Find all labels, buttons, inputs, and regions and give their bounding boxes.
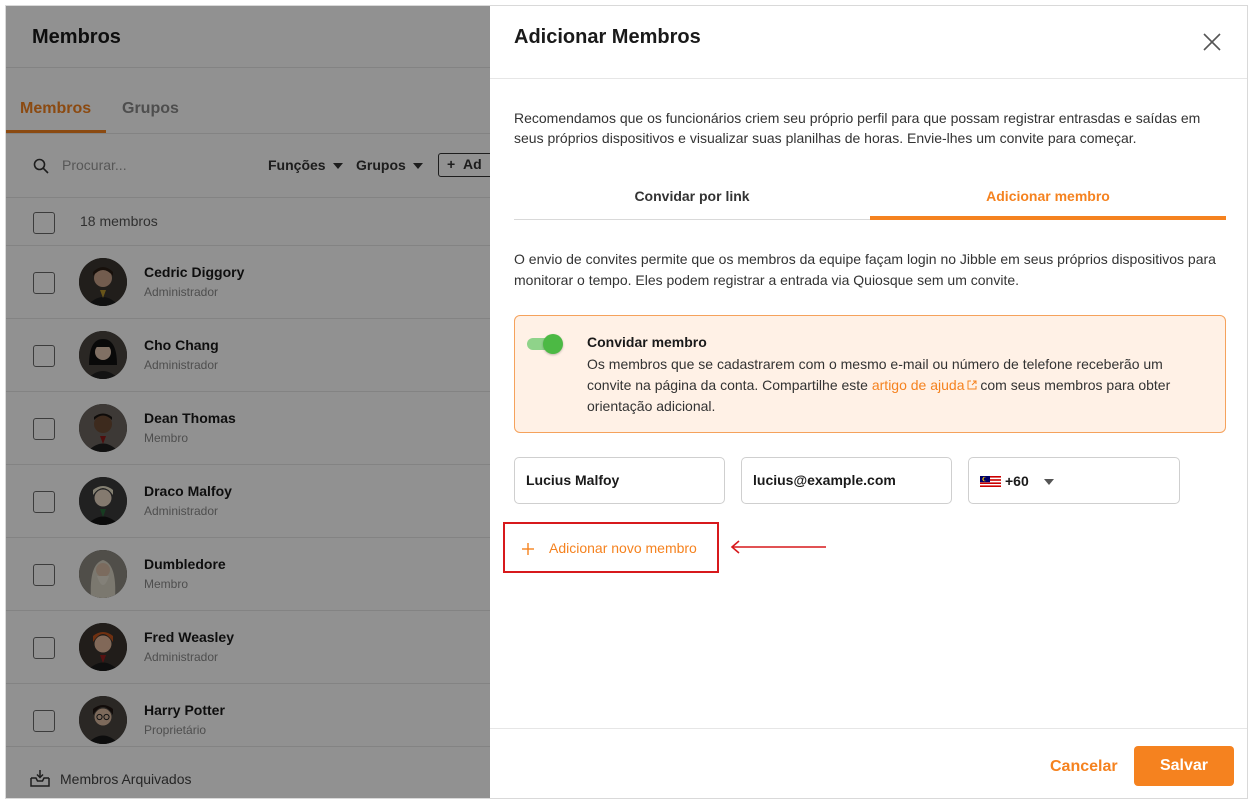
invite-description: O envio de convites permite que os membr… xyxy=(514,251,1216,288)
tab-invite-by-link[interactable]: Convidar por link xyxy=(514,188,870,204)
help-article-label: artigo de ajuda xyxy=(871,377,965,393)
invite-member-text: Os membros que se cadastrarem com o mesm… xyxy=(587,354,1197,417)
invite-member-toggle[interactable] xyxy=(527,334,563,354)
active-tab-indicator xyxy=(870,216,1226,220)
country-dial-code[interactable]: +60 xyxy=(1005,473,1029,489)
name-field[interactable] xyxy=(526,472,706,488)
dialog-header: Adicionar Membros xyxy=(490,6,1247,79)
email-field[interactable] xyxy=(753,472,933,488)
cancel-button[interactable]: Cancelar xyxy=(1050,758,1118,776)
help-article-link[interactable]: artigo de ajuda xyxy=(872,377,977,393)
invite-member-title: Convidar membro xyxy=(587,334,707,350)
dialog-footer: Cancelar Salvar xyxy=(490,728,1247,798)
dialog-title: Adicionar Membros xyxy=(514,26,701,48)
app-window: Membros Membros Grupos Procurar... Funçõ… xyxy=(5,5,1248,799)
chevron-down-icon[interactable] xyxy=(1044,479,1054,485)
mode-tabs: Convidar por link Adicionar membro xyxy=(514,176,1226,220)
members-panel: Membros Membros Grupos Procurar... Funçõ… xyxy=(6,6,518,798)
add-new-member-button[interactable]: Adicionar novo membro xyxy=(503,522,719,573)
tab-add-member[interactable]: Adicionar membro xyxy=(870,188,1226,204)
malaysia-flag-icon xyxy=(980,476,1001,487)
email-field-wrapper xyxy=(741,457,952,504)
toggle-knob xyxy=(543,334,563,354)
phone-field[interactable]: +60 xyxy=(968,457,1180,504)
modal-backdrop[interactable] xyxy=(6,6,490,798)
external-link-icon xyxy=(967,380,976,390)
add-members-dialog: Adicionar Membros Recomendamos que os fu… xyxy=(490,6,1247,798)
plus-icon xyxy=(522,543,534,555)
add-new-member-label: Adicionar novo membro xyxy=(549,540,697,556)
invite-member-panel: Convidar membro Os membros que se cadast… xyxy=(514,315,1226,433)
intro-text: Recomendamos que os funcionários criem s… xyxy=(514,110,1201,146)
annotation-arrow-icon xyxy=(730,540,826,554)
close-icon[interactable] xyxy=(1203,33,1221,51)
name-field-wrapper xyxy=(514,457,725,504)
save-button[interactable]: Salvar xyxy=(1134,746,1234,786)
